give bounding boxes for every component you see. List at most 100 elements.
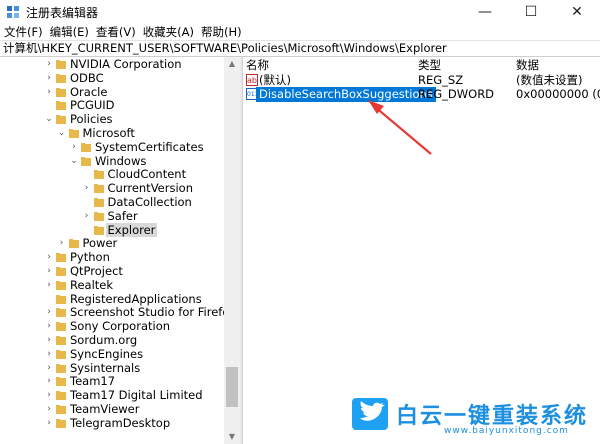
chevron-right-icon[interactable]: › <box>44 85 54 99</box>
bird-logo-icon <box>352 398 388 430</box>
close-button[interactable]: ✕ <box>554 0 600 24</box>
value-type: REG_DWORD <box>418 87 495 101</box>
maximize-button[interactable]: ☐ <box>508 0 554 24</box>
tree-item-oracle[interactable]: › Oracle <box>0 85 224 99</box>
chevron-right-icon[interactable]: › <box>44 333 54 347</box>
chevron-right-icon[interactable]: › <box>44 347 54 361</box>
folder-icon <box>93 184 104 194</box>
tree-item-safer[interactable]: › Safer <box>0 209 224 223</box>
menu-help[interactable]: 帮助(H) <box>197 24 245 40</box>
pane-splitter[interactable] <box>240 57 243 444</box>
tree-item-label: QtProject <box>70 264 123 278</box>
chevron-right-icon[interactable]: › <box>44 416 54 430</box>
watermark-domain: www.baiyunxitong.com <box>444 426 569 436</box>
value-row-default[interactable]: ab (默认) REG_SZ (数值未设置) <box>244 73 600 88</box>
tree-item-power[interactable]: › Power <box>0 236 224 250</box>
tree-item-teamviewer[interactable]: › TeamViewer <box>0 402 224 416</box>
chevron-down-icon[interactable]: ⌄ <box>44 112 54 126</box>
tree-item-currentversion[interactable]: › CurrentVersion <box>0 181 224 195</box>
tree-item-team17-digital-limited[interactable]: › Team17 Digital Limited <box>0 388 224 402</box>
chevron-right-icon[interactable]: › <box>44 278 54 292</box>
folder-icon <box>68 239 79 249</box>
tree-scrollbar[interactable]: ▲ ▼ <box>224 57 240 444</box>
tree-item-policies[interactable]: ⌄ Policies <box>0 112 224 126</box>
tree-item-label: Power <box>82 236 118 251</box>
tree-item-label: CurrentVersion <box>107 181 193 196</box>
menu-view[interactable]: 查看(V) <box>92 24 139 40</box>
menu-file[interactable]: 文件(F) <box>0 24 46 40</box>
tree-item-label: Sony Corporation <box>70 319 171 334</box>
tree-item-telegramdesktop[interactable]: › TelegramDesktop <box>0 416 224 430</box>
chevron-right-icon[interactable]: › <box>44 71 54 85</box>
tree-item-label: Screenshot Studio for Firefox <box>70 305 236 320</box>
scrollbar-thumb[interactable] <box>226 367 238 407</box>
tree-item-odbc[interactable]: › ODBC <box>0 71 224 85</box>
folder-icon <box>93 225 104 235</box>
watermark-logo: 白云一键重装系统 www.baiyunxitong.com <box>352 392 600 444</box>
tree-item-label: TelegramDesktop <box>70 415 171 430</box>
tree-item-label: ODBC <box>70 70 104 85</box>
chevron-right-icon[interactable]: › <box>82 181 92 195</box>
scroll-up-icon[interactable]: ▲ <box>224 57 240 71</box>
tree-item-windows[interactable]: ⌄ Windows <box>0 154 224 168</box>
tree-item-label: Team17 Digital Limited <box>70 388 203 403</box>
tree-item-label: Microsoft <box>82 126 135 140</box>
chevron-right-icon[interactable]: › <box>44 402 54 416</box>
tree-item-nvidia-corporation[interactable]: › NVIDIA Corporation <box>0 57 224 71</box>
chevron-right-icon[interactable]: › <box>44 388 54 402</box>
menu-favorites[interactable]: 收藏夹(A) <box>139 24 197 40</box>
tree-item-cloudcontent[interactable]: CloudContent <box>0 167 224 181</box>
chevron-down-icon[interactable]: ⌄ <box>57 126 67 140</box>
tree-item-sony-corporation[interactable]: › Sony Corporation <box>0 319 224 333</box>
chevron-right-icon[interactable]: › <box>57 236 67 250</box>
registry-tree: › NVIDIA Corporation › ODBC › Oracle PCGUID ⌄ Po… <box>0 57 240 444</box>
folder-icon <box>56 377 66 387</box>
column-header-data[interactable]: 数据 <box>516 58 539 72</box>
tree-item-pcguid[interactable]: PCGUID <box>0 98 224 112</box>
folder-icon <box>56 308 66 318</box>
chevron-right-icon[interactable]: › <box>44 361 54 375</box>
minimize-button[interactable]: — <box>462 0 508 24</box>
tree-item-screenshot-studio-for-firefox[interactable]: › Screenshot Studio for Firefox <box>0 305 236 319</box>
chevron-right-icon[interactable]: › <box>44 374 54 388</box>
tree-item-explorer[interactable]: Explorer <box>0 222 224 237</box>
tree-item-realtek[interactable]: › Realtek <box>0 278 224 292</box>
tree-item-label: Python <box>70 250 110 265</box>
chevron-right-icon[interactable]: › <box>69 140 79 154</box>
tree-item-python[interactable]: › Python <box>0 250 224 264</box>
value-row-disablesearchboxsuggestions[interactable]: 011 DisableSearchBoxSuggestions REG_DWOR… <box>244 87 600 102</box>
folder-icon <box>56 253 66 263</box>
address-bar[interactable]: 计算机\HKEY_CURRENT_USER\SOFTWARE\Policies\… <box>0 40 600 57</box>
tree-item-label: NVIDIA Corporation <box>70 57 182 71</box>
tree-item-systemcertificates[interactable]: › SystemCertificates <box>0 140 224 154</box>
tree-item-microsoft[interactable]: ⌄ Microsoft <box>0 126 224 140</box>
tree-item-sordum-org[interactable]: › Sordum.org <box>0 333 224 347</box>
scroll-down-icon[interactable]: ▼ <box>224 430 240 444</box>
chevron-right-icon[interactable]: › <box>44 264 54 278</box>
chevron-right-icon[interactable]: › <box>44 319 54 333</box>
value-name: (默认) <box>259 73 291 87</box>
tree-item-qtproject[interactable]: › QtProject <box>0 264 224 278</box>
chevron-down-icon[interactable]: ⌄ <box>69 154 79 168</box>
tree-item-label: PCGUID <box>70 98 115 113</box>
tree-item-datacollection[interactable]: DataCollection <box>0 195 224 209</box>
chevron-right-icon[interactable]: › <box>44 250 54 264</box>
chevron-right-icon[interactable]: › <box>44 57 54 71</box>
folder-icon <box>81 142 91 152</box>
column-header-name[interactable]: 名称 <box>246 58 269 72</box>
tree-item-team17[interactable]: › Team17 <box>0 374 224 388</box>
tree-item-label: Team17 <box>70 374 116 389</box>
folder-icon <box>56 336 66 345</box>
tree-item-label: Realtek <box>70 277 114 292</box>
menu-edit[interactable]: 编辑(E) <box>46 24 92 40</box>
folder-icon <box>56 391 66 401</box>
chevron-right-icon[interactable]: › <box>44 305 54 319</box>
tree-item-sysinternals[interactable]: › Sysinternals <box>0 361 224 375</box>
tree-item-registeredapplications[interactable]: RegisteredApplications <box>0 292 224 306</box>
chevron-right-icon[interactable]: › <box>82 209 92 223</box>
value-name-selected[interactable]: DisableSearchBoxSuggestions <box>256 87 436 102</box>
tree-item-syncengines[interactable]: › SyncEngines <box>0 347 224 361</box>
tree-item-label: TeamViewer <box>70 402 140 416</box>
folder-icon <box>93 211 104 221</box>
column-header-type[interactable]: 类型 <box>418 58 441 72</box>
